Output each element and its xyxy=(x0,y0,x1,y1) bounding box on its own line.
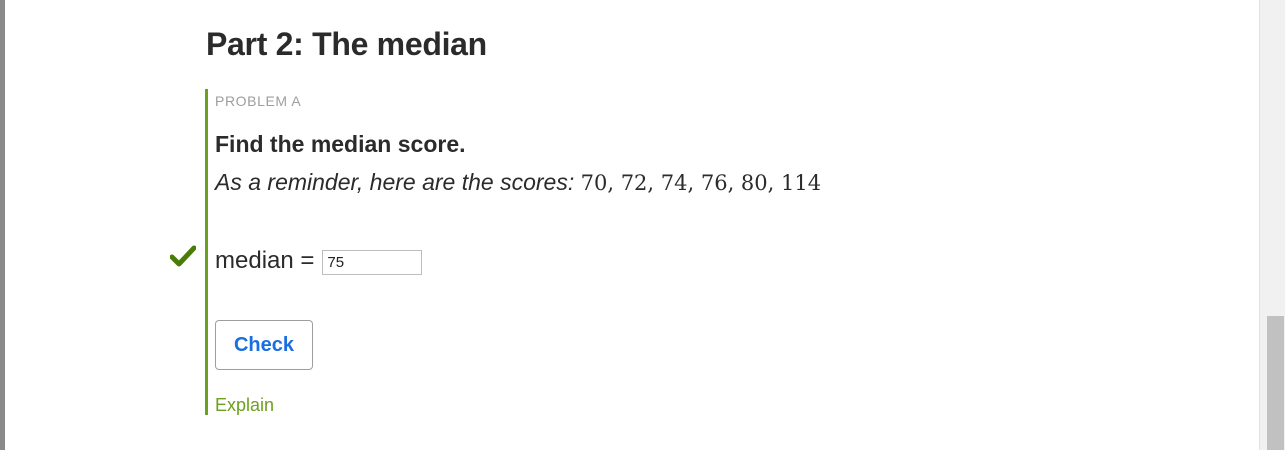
reminder-text: As a reminder, here are the scores: xyxy=(215,169,575,195)
checkmark-icon xyxy=(170,245,196,267)
problem-card: PROBLEM A Find the median score. As a re… xyxy=(170,89,1105,416)
median-label: median = xyxy=(215,246,315,274)
problem-label: PROBLEM A xyxy=(215,93,302,109)
vertical-scrollbar[interactable] xyxy=(1259,0,1285,450)
answer-row: median = xyxy=(215,246,423,275)
scores-list: 70, 72, 74, 76, 80, 114 xyxy=(580,171,822,195)
page: Part 2: The median PROBLEM A Find the me… xyxy=(0,0,1285,450)
scrollbar-thumb[interactable] xyxy=(1267,316,1284,450)
background-window-edge xyxy=(0,0,5,450)
reminder-line: As a reminder, here are the scores: 70, … xyxy=(215,169,821,196)
question-text: Find the median score. xyxy=(215,131,466,157)
section-title: Part 2: The median xyxy=(206,26,487,62)
explain-link[interactable]: Explain xyxy=(215,395,274,416)
median-input[interactable] xyxy=(322,250,423,275)
check-button[interactable]: Check xyxy=(215,320,313,370)
